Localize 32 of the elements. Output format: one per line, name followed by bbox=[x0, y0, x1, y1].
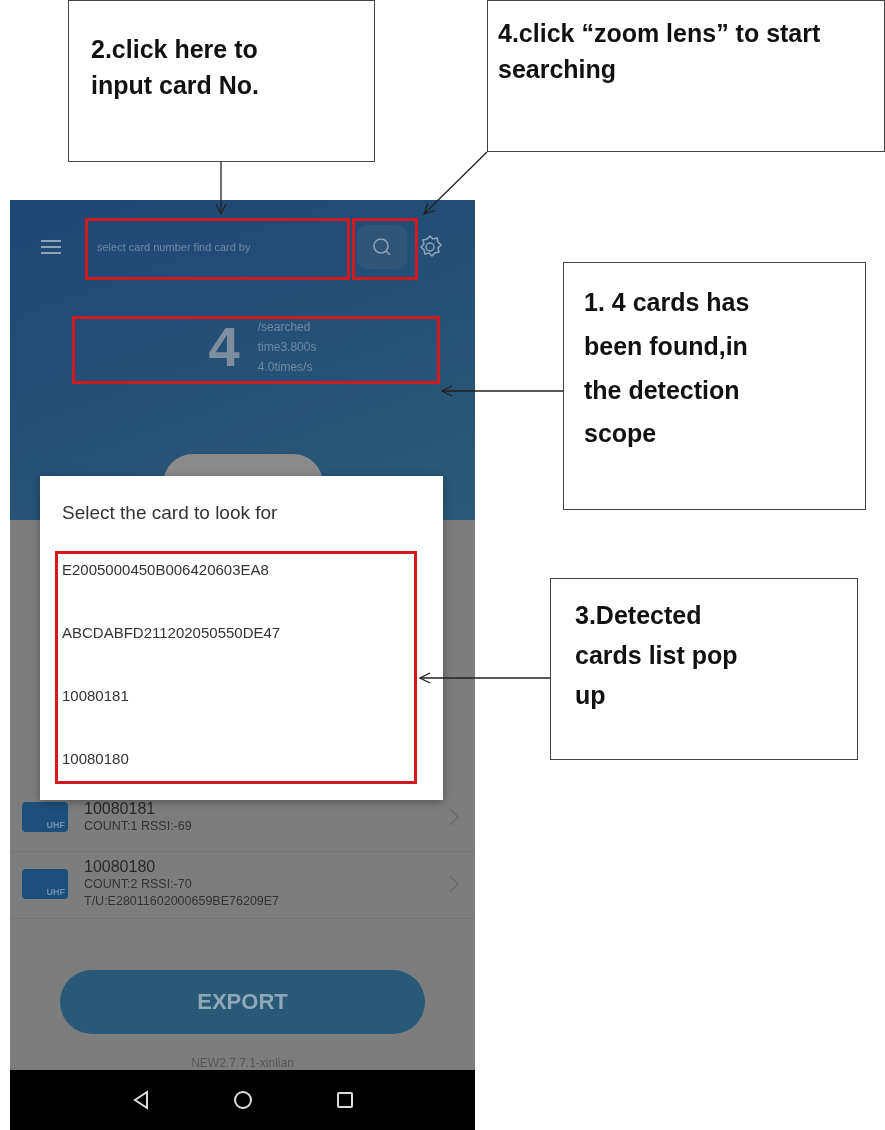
card-row[interactable]: UHF 10080180 COUNT:2 RSSI:-70 T/U:E28011602000659BE76209E7 bbox=[10, 852, 475, 919]
card-detail: COUNT:2 RSSI:-70 bbox=[84, 876, 193, 893]
back-icon[interactable] bbox=[131, 1090, 150, 1110]
callout-text: 4.click “zoom lens” to start searching bbox=[498, 18, 822, 86]
callout-text: 1. 4 cards has been found,in the detection scope bbox=[584, 287, 751, 450]
card-detail: COUNT:1 RSSI:-69 bbox=[84, 817, 193, 835]
arrow bbox=[215, 161, 227, 215]
callout-text: 2.click here to input card No. bbox=[91, 34, 261, 102]
callout-text: 3.Detected cards list pop up bbox=[575, 600, 739, 711]
card-number: 10080181 bbox=[84, 799, 157, 818]
settings-icon[interactable] bbox=[417, 234, 443, 260]
tag-label: UHF bbox=[46, 820, 65, 830]
highlight-frame bbox=[352, 218, 418, 280]
card-option[interactable]: 10080181 bbox=[62, 686, 443, 706]
card-count: 4 bbox=[208, 314, 240, 379]
stat-text: 4.0times/s bbox=[257, 359, 314, 374]
search-button[interactable] bbox=[357, 225, 407, 269]
card-option[interactable]: ABCDABFD211202050550DE47 bbox=[62, 623, 443, 643]
recents-icon[interactable] bbox=[335, 1091, 354, 1109]
menu-icon[interactable] bbox=[40, 239, 62, 255]
search-icon bbox=[371, 236, 393, 258]
card-option[interactable]: 10080180 bbox=[62, 749, 443, 769]
arrow bbox=[423, 151, 488, 215]
card-detail: T/U:E28011602000659BE76209E7 bbox=[84, 893, 281, 910]
stat-text: time3.800s bbox=[257, 339, 317, 354]
tag-label: UHF bbox=[46, 887, 65, 897]
card-number: 10080180 bbox=[84, 858, 157, 876]
stat-text: /searched bbox=[257, 319, 312, 334]
search-placeholder: select card number find card by bbox=[97, 240, 251, 254]
dialog-title: Select the card to look for bbox=[62, 502, 279, 524]
card-option[interactable]: E2005000450B006420603EA8 bbox=[62, 560, 443, 580]
home-icon[interactable] bbox=[232, 1090, 253, 1110]
